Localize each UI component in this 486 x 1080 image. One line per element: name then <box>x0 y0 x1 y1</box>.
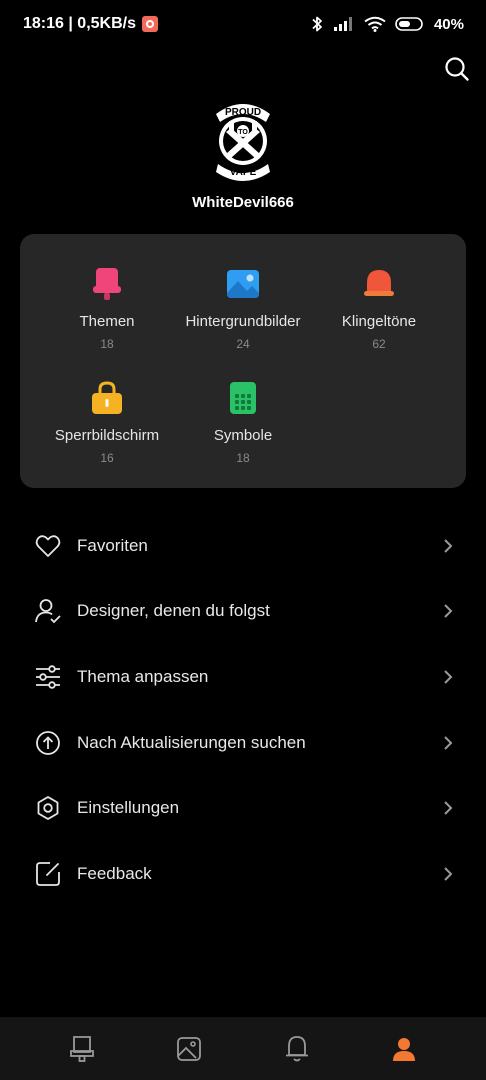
category-label: Symbole <box>213 427 273 444</box>
heart-icon <box>35 535 61 557</box>
search-icon[interactable] <box>444 56 470 82</box>
chevron-right-icon <box>444 801 453 815</box>
battery-icon <box>395 17 423 31</box>
category-label: Themen <box>79 313 135 330</box>
menu-item-check-updates[interactable]: Nach Aktualisierungen suchen <box>0 710 486 776</box>
apps-icon <box>230 382 256 414</box>
settings-icon <box>37 796 59 821</box>
app-screen: 18:16 | 0,5KB/s 40% PROUD TO VAPE WhiteD… <box>0 0 486 1080</box>
category-label: Sperrbildschirm <box>54 427 160 444</box>
theme-icon <box>93 268 121 300</box>
user-check-icon <box>35 599 61 624</box>
menu-label: Einstellungen <box>77 798 180 818</box>
menu-item-feedback[interactable]: Feedback <box>0 841 486 907</box>
chevron-right-icon <box>444 604 453 619</box>
bluetooth-icon <box>312 16 322 32</box>
category-count: 18 <box>100 337 114 351</box>
avatar-text-bottom: VAPE <box>230 167 257 178</box>
bottom-nav <box>0 1017 486 1080</box>
category-count: 16 <box>100 451 114 465</box>
wifi-icon <box>364 16 386 32</box>
category-count: 18 <box>236 451 250 465</box>
menu-item-settings[interactable]: Einstellungen <box>0 775 486 841</box>
avatar-text-top: PROUD <box>225 107 261 118</box>
themes-tab-icon <box>69 1035 94 1062</box>
status-time: 18:16 | 0,5KB/s <box>23 15 136 32</box>
menu-item-favorites[interactable]: Favoriten <box>0 513 486 579</box>
tab-profile[interactable] <box>389 1034 419 1064</box>
category-icons[interactable]: Symbole 18 <box>168 380 318 465</box>
menu-label: Thema anpassen <box>77 666 209 686</box>
sliders-icon <box>36 665 60 689</box>
category-lockscreen[interactable]: Sperrbildschirm 16 <box>32 380 182 465</box>
category-wallpapers[interactable]: Hintergrundbilder 24 <box>168 266 318 351</box>
screen-recorder-icon <box>141 16 158 32</box>
category-count: 62 <box>372 337 386 351</box>
menu-item-customize-theme[interactable]: Thema anpassen <box>0 644 486 710</box>
categories-card: Themen 18 Hintergrundbilder 24 Klingeltö… <box>20 234 466 488</box>
category-count: 24 <box>236 337 250 351</box>
chevron-right-icon <box>444 539 453 553</box>
tab-themes[interactable] <box>67 1034 97 1064</box>
ringtones-tab-icon <box>285 1035 308 1061</box>
chevron-right-icon <box>444 670 453 684</box>
menu-label: Favoriten <box>77 535 148 555</box>
profile-header: PROUD TO VAPE WhiteDevil666 <box>0 96 486 211</box>
status-bar: 18:16 | 0,5KB/s 40% <box>0 0 486 48</box>
feedback-icon <box>36 861 60 886</box>
menu-list: Favoriten Designer, denen du folgst Them… <box>0 513 486 907</box>
lock-icon <box>92 381 122 414</box>
menu-item-followed-designers[interactable]: Designer, denen du folgst <box>0 579 486 645</box>
category-themes[interactable]: Themen 18 <box>32 266 182 351</box>
category-label: Hintergrundbilder <box>185 313 301 330</box>
menu-label: Nach Aktualisierungen suchen <box>77 732 306 752</box>
bell-icon <box>364 270 394 296</box>
chevron-right-icon <box>444 867 453 881</box>
menu-label: Designer, denen du folgst <box>77 601 270 621</box>
tab-wallpapers[interactable] <box>174 1034 204 1064</box>
signal-icon <box>333 17 352 31</box>
category-label: Klingeltöne <box>341 313 417 330</box>
profile-tab-icon <box>393 1037 416 1061</box>
username: WhiteDevil666 <box>192 194 294 211</box>
chevron-right-icon <box>444 735 453 750</box>
tab-ringtones[interactable] <box>282 1034 312 1064</box>
avatar-text-mid: TO <box>238 129 248 136</box>
wallpapers-tab-icon <box>177 1036 202 1061</box>
update-icon <box>36 730 60 755</box>
avatar[interactable]: PROUD TO VAPE <box>210 96 276 182</box>
category-ringtones[interactable]: Klingeltöne 62 <box>304 266 454 351</box>
wallpaper-icon <box>227 270 259 298</box>
menu-label: Feedback <box>77 863 152 883</box>
battery-percent: 40% <box>433 15 464 33</box>
